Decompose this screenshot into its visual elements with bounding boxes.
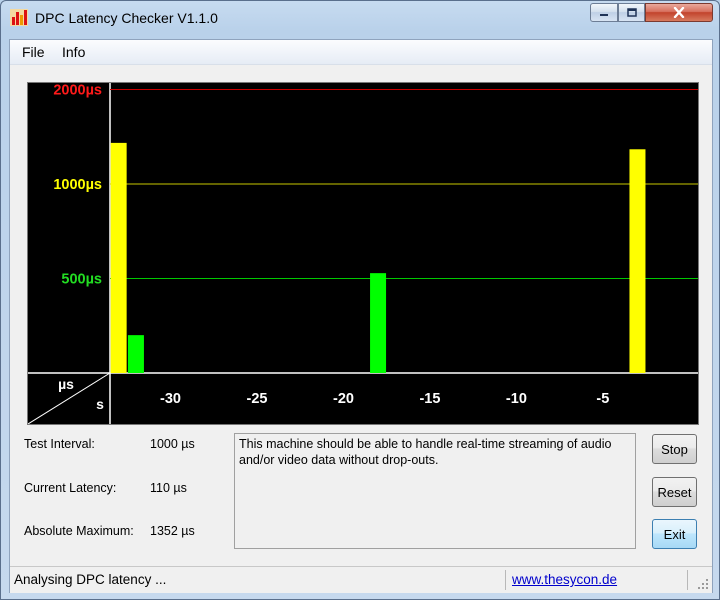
stop-button[interactable]: Stop	[652, 434, 697, 464]
latency-chart-svg: 16000µs8000µs4000µs2000µs1000µs500µs-30-…	[28, 83, 698, 424]
resize-grip-icon[interactable]	[694, 575, 710, 591]
absolute-maximum-value: 1352 µs	[150, 524, 195, 538]
y-tick-label: 500µs	[61, 272, 102, 288]
maximize-button[interactable]	[618, 3, 645, 22]
close-button[interactable]	[645, 3, 713, 22]
client-area: File Info 16000µs8000µs4000µs2000µs1000µ…	[9, 39, 713, 593]
menu-file[interactable]: File	[22, 44, 45, 60]
status-divider	[687, 570, 688, 590]
window-title: DPC Latency Checker V1.1.0	[35, 10, 218, 26]
minimize-button[interactable]	[590, 3, 618, 22]
x-tick-label: -15	[419, 391, 440, 407]
corner-time-label: s	[96, 396, 104, 412]
reset-button[interactable]: Reset	[652, 477, 697, 507]
corner-unit-label: µs	[58, 376, 74, 392]
latency-bar	[370, 273, 387, 373]
x-tick-label: -25	[247, 391, 268, 407]
maximize-icon	[626, 8, 637, 17]
y-tick-label: 1000µs	[53, 177, 102, 193]
latency-bar	[110, 142, 127, 373]
menu-info[interactable]: Info	[62, 44, 85, 60]
title-bar[interactable]: DPC Latency Checker V1.1.0	[1, 1, 719, 33]
latency-bar	[127, 335, 144, 373]
x-tick-label: -20	[333, 391, 354, 407]
latency-chart: 16000µs8000µs4000µs2000µs1000µs500µs-30-…	[27, 82, 699, 425]
status-text: Analysing DPC latency ...	[14, 572, 167, 587]
status-bar: Analysing DPC latency ... www.thesycon.d…	[10, 566, 712, 593]
minimize-icon	[600, 13, 608, 16]
x-tick-label: -5	[596, 391, 609, 407]
test-interval-value: 1000 µs	[150, 437, 195, 451]
x-tick-label: -30	[160, 391, 181, 407]
website-link[interactable]: www.thesycon.de	[512, 572, 617, 587]
exit-button[interactable]: Exit	[652, 519, 697, 549]
app-window: DPC Latency Checker V1.1.0 File Info 160…	[0, 0, 720, 600]
current-latency-value: 110 µs	[150, 481, 187, 495]
y-tick-label: 2000µs	[53, 83, 102, 99]
test-interval-label: Test Interval:	[24, 437, 95, 451]
app-logo-icon	[10, 9, 28, 26]
close-icon	[673, 7, 685, 18]
status-message: This machine should be able to handle re…	[234, 433, 636, 549]
status-divider	[505, 570, 506, 590]
menu-bar: File Info	[10, 40, 712, 65]
current-latency-label: Current Latency:	[24, 481, 117, 495]
latency-bar	[629, 149, 646, 373]
x-tick-label: -10	[506, 391, 527, 407]
absolute-maximum-label: Absolute Maximum:	[24, 524, 134, 538]
